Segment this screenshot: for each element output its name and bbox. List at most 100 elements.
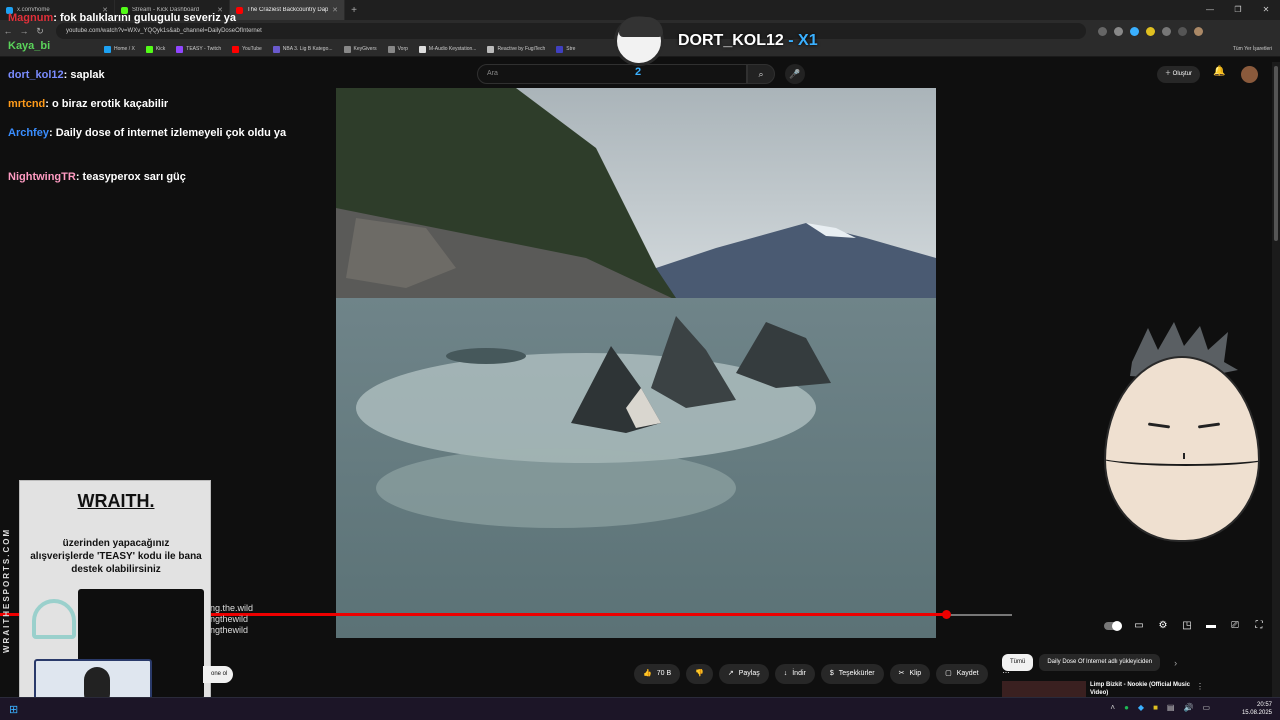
avatar[interactable]: [1241, 66, 1258, 83]
miniplayer-icon[interactable]: ◳: [1180, 620, 1194, 631]
fullscreen-icon[interactable]: ⛶: [1252, 620, 1266, 631]
dislike-button[interactable]: 👎: [686, 664, 713, 684]
recommendation-thumbnail[interactable]: [1002, 681, 1086, 697]
app-icon[interactable]: ◆: [1138, 703, 1144, 712]
more-vertical-icon[interactable]: ⋮: [1196, 682, 1204, 691]
sponsor-side-text: WRAITHESPORTS.COM: [2, 527, 11, 653]
chat-message: NightwingTR: teasyperox sarı güç: [8, 171, 186, 183]
chip-all[interactable]: Tümü: [1002, 654, 1034, 671]
screen: x.com/home ✕ Stream - Kick Dashboard ✕ T…: [0, 0, 1280, 720]
sponsor-panel: WRAITH. üzerinden yapacağınız alışverişl…: [19, 480, 211, 717]
folder-icon: [387, 45, 395, 53]
all-bookmarks-button[interactable]: Tüm Yer İşaretleri: [1233, 46, 1272, 52]
site-favicon-icon: [487, 45, 495, 53]
clock[interactable]: 20:57 15.08.2025: [1242, 701, 1272, 717]
share-icon: ↗: [727, 670, 734, 677]
site-favicon-icon: [418, 45, 426, 53]
chip-from-uploader[interactable]: Daily Dose Of Internet adlı yükleyiciden: [1039, 654, 1161, 671]
scrollbar-thumb[interactable]: [1274, 66, 1278, 241]
battery-icon[interactable]: ▭: [1202, 703, 1210, 712]
star-icon[interactable]: [1114, 26, 1123, 36]
taskbar: ⊞ ˄ ● ◆ ■ ▤ 🔊 ▭ 20:57 15.08.2025: [0, 697, 1280, 720]
chevron-up-icon[interactable]: ˄: [1110, 703, 1115, 712]
mascot-eye: [1197, 422, 1221, 429]
tab-youtube[interactable]: The Craziest Backcountry Dap ✕: [230, 0, 345, 20]
chat-username: Magnum: [8, 12, 54, 24]
captions-icon[interactable]: ▭: [1132, 620, 1146, 631]
tab-title: The Craziest Backcountry Dap: [247, 7, 329, 13]
windows-start-icon[interactable]: ⊞: [9, 703, 18, 716]
network-icon[interactable]: ▤: [1167, 703, 1175, 712]
close-window-icon[interactable]: ✕: [1252, 0, 1280, 20]
sponsor-logo: WRAITH.: [77, 491, 155, 511]
minimize-icon[interactable]: —: [1196, 0, 1224, 20]
search-input[interactable]: Ara: [477, 64, 747, 84]
volume-icon[interactable]: 🔊: [1183, 703, 1193, 712]
bookmark-item[interactable]: YouTube: [232, 45, 262, 53]
bookmark-item[interactable]: M-Audio Keystation...: [418, 45, 476, 53]
bookmark-item[interactable]: Kick: [145, 45, 165, 53]
cast-icon[interactable]: ⎚: [1228, 620, 1242, 631]
cast-icon[interactable]: [1098, 26, 1107, 36]
bookmark-item[interactable]: Stre: [556, 45, 575, 53]
bookmark-item[interactable]: NBA 3. Lig B Katego...: [272, 45, 333, 53]
mascot-band: [1106, 446, 1258, 466]
headset-image: [32, 599, 76, 639]
autoplay-toggle[interactable]: [1104, 620, 1122, 631]
chat-message: dort_kol12: saplak: [8, 69, 105, 81]
bookmark-item[interactable]: Reactive by FugiTech: [487, 45, 545, 53]
like-button[interactable]: 👍 70 B: [634, 664, 681, 684]
save-button[interactable]: ▢ Kaydet: [936, 664, 988, 684]
settings-gear-icon[interactable]: ⚙: [1156, 620, 1170, 631]
extension-icon[interactable]: [1130, 26, 1139, 36]
chat-username: Kaya_bi: [8, 40, 51, 52]
video-watermark: ng.the.wild ngthewild ngthewild: [210, 603, 254, 635]
reload-icon[interactable]: ↻: [32, 26, 48, 37]
app-icon[interactable]: ■: [1153, 703, 1158, 712]
twitch-favicon-icon: [176, 45, 184, 53]
create-button[interactable]: ＋ Oluştur: [1157, 66, 1201, 83]
thumbs-down-icon: 👎: [695, 670, 704, 677]
kick-favicon-icon: [145, 45, 153, 53]
subscribe-button[interactable]: one ol: [203, 666, 234, 683]
bell-icon[interactable]: 🔔: [1213, 66, 1225, 77]
bookmark-folder[interactable]: Vorp: [387, 45, 408, 53]
site-favicon-icon: [556, 45, 564, 53]
download-button[interactable]: ↓ İndir: [774, 664, 815, 684]
chat-username: Archfey: [8, 127, 49, 139]
plus-icon: ＋: [1165, 71, 1173, 77]
chat-message: Kaya_bi: [8, 38, 50, 54]
share-button[interactable]: ↗ Paylaş: [718, 664, 769, 684]
chat-message: mrtcnd: o biraz erotik kaçabilir: [8, 98, 169, 110]
streamer-rank: 2: [635, 66, 642, 78]
bookmark-item[interactable]: Home / X: [104, 45, 135, 53]
back-icon[interactable]: ←: [0, 26, 16, 36]
forward-icon[interactable]: →: [16, 26, 32, 36]
theater-mode-icon[interactable]: ▬: [1204, 620, 1218, 631]
extension-icon[interactable]: [1162, 26, 1171, 36]
player-controls: ▭ ⚙ ◳ ▬ ⎚ ⛶: [1104, 620, 1266, 631]
chat-username: dort_kol12: [8, 69, 64, 81]
avatar-hair: [619, 17, 663, 37]
search-icon[interactable]: ⌕: [747, 64, 775, 84]
chevron-right-icon[interactable]: ›: [1174, 658, 1177, 668]
puzzle-icon[interactable]: [1178, 26, 1187, 36]
recommendation-title[interactable]: Limp Bizkit - Nookie (Official Music Vid…: [1090, 681, 1190, 697]
video-player[interactable]: [336, 88, 936, 638]
streamer-avatar: [614, 16, 664, 66]
chat-message: Magnum: fok balıklarını gulugulu severiz…: [8, 12, 237, 24]
clip-button[interactable]: ✂ Klip: [889, 664, 931, 684]
thanks-button[interactable]: $ Teşekkürler: [820, 664, 884, 684]
new-tab-button[interactable]: +: [345, 5, 363, 16]
microphone-icon[interactable]: 🎤: [785, 64, 805, 84]
clip-icon: ✂: [898, 670, 905, 677]
restore-icon[interactable]: ❐: [1224, 0, 1252, 20]
extension-icon[interactable]: [1146, 26, 1155, 36]
bookmark-item[interactable]: TEASY - Twitch: [176, 45, 221, 53]
bookmark-folder[interactable]: KeyGivers: [343, 45, 377, 53]
video-scrubber-handle[interactable]: [942, 610, 951, 619]
close-tab-icon[interactable]: ✕: [332, 6, 338, 14]
profile-icon[interactable]: [1194, 26, 1203, 36]
spotify-icon[interactable]: ●: [1124, 703, 1129, 712]
egg-mascot: [1104, 356, 1260, 542]
